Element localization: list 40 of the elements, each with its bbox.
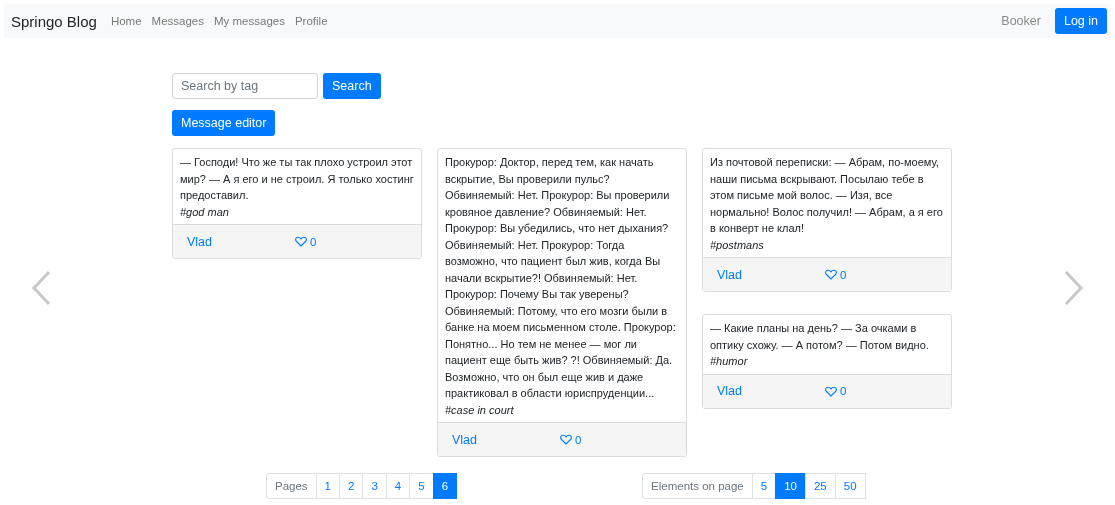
message-tag: #humor <box>710 353 944 370</box>
message-tag: #case in court <box>445 401 679 418</box>
message-text: Из почтовой переписки: — Абрам, по-моему, наши письма вскрывают. Посылаю тебе в этом письме мой волос. — Изя, все нормально! Волос получил! — Абрам, а я его в конверт не клал! <box>710 155 944 236</box>
nav-link[interactable]: Messages <box>151 15 204 27</box>
message-text: — Господи! Что же ты так плохо устроил этот мир? — А я его и не строил. Я только хостинг предоставил. <box>180 155 414 203</box>
like-count: 0 <box>310 235 317 248</box>
author-link[interactable]: Vlad <box>717 384 825 398</box>
heart-icon[interactable] <box>560 434 572 445</box>
page-size-option[interactable]: 25 <box>804 473 836 499</box>
username-text: Booker <box>1001 14 1041 28</box>
page-size-option[interactable]: 50 <box>834 473 866 499</box>
page-link[interactable]: 6 <box>432 473 458 499</box>
like-count: 0 <box>840 268 847 281</box>
nav-link[interactable]: Home <box>110 15 142 27</box>
author-link[interactable]: Vlad <box>717 267 825 282</box>
message-text: Прокурор: Доктор, перед тем, как начать вскрытие, Вы проверили пульс? Обвиняемый: Нет. Прокурор: Вы проверили кровяное давление? Обвиняемый: Нет. Прокурор: Вы убедились, что нет дыхания? Обвиняемый: Нет. Прокурор: Тогда возможно, что пациент был жив, когда Вы начали вскрытие?! Обвиняемый: Нет. Прокурор: Почему Вы так уверены? Обвиняемый: Потому, что его мозги были в банке на моем письменном столе. Прокурор: Понятно... Но тем не менее — мог ли пациент еще быть жив? ?! Обвиняемый: Да. Возможно, что он был еще жив и даже практиковал в области юриспруденции... <box>445 155 677 401</box>
heart-icon[interactable] <box>825 269 837 280</box>
page-link[interactable]: 1 <box>315 473 340 499</box>
heart-icon[interactable] <box>825 385 837 397</box>
brand-link[interactable]: Springo Blog <box>11 12 97 30</box>
page-size-label: Elements on page <box>642 473 753 499</box>
message-tag: #god man <box>180 203 414 220</box>
search-button[interactable]: Search <box>323 73 381 99</box>
message-text: — Какие планы на день? — За очками в оптику схожу. — А потом? — Потом видно. <box>710 321 930 353</box>
page-link[interactable]: 4 <box>385 473 411 499</box>
page-link[interactable]: 2 <box>339 473 364 499</box>
like-count: 0 <box>840 385 847 397</box>
message-tag: #postmans <box>710 236 944 253</box>
search-field[interactable]: Search by tag <box>172 73 318 99</box>
like-count: 0 <box>575 433 582 446</box>
nav-link[interactable]: Profile <box>294 15 328 27</box>
login-button[interactable]: Log in <box>1054 8 1107 34</box>
heart-icon[interactable] <box>295 236 307 247</box>
pages-label: Pages <box>266 473 317 499</box>
page-link[interactable]: 3 <box>362 473 387 499</box>
nav-link[interactable]: My messages <box>214 15 285 27</box>
author-link[interactable]: Vlad <box>187 234 295 249</box>
message-editor-button[interactable]: Message editor <box>172 110 276 136</box>
author-link[interactable]: Vlad <box>452 432 560 447</box>
page-size-option[interactable]: 10 <box>775 473 806 499</box>
